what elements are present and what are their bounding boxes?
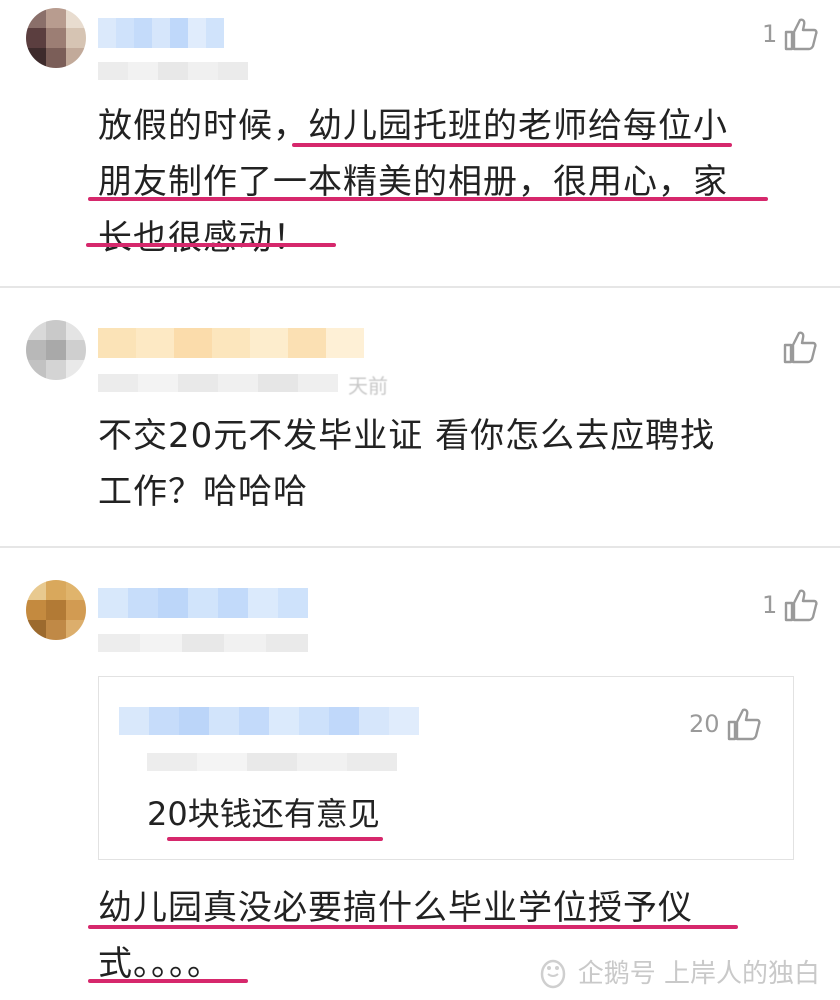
comment-text: 不交20元不发毕业证 看你怎么去应聘找 工作？哈哈哈 bbox=[98, 408, 715, 520]
highlight-underline bbox=[292, 143, 732, 147]
comment-line-2: 朋友制作了一本精美的相册，很用心，家 bbox=[98, 162, 728, 202]
thumbs-up-icon bbox=[785, 589, 818, 622]
comment-line-1: 不交20元不发毕业证 看你怎么去应聘找 bbox=[98, 416, 716, 456]
comment-1: 1 放假的时候，幼儿园托班的老师给每位小 朋友制作了一本精美的相册，很用心，家 … bbox=[0, 0, 840, 286]
like-button[interactable]: 1 bbox=[762, 17, 819, 51]
avatar[interactable] bbox=[26, 320, 86, 380]
timestamp-blurred bbox=[98, 62, 248, 80]
highlight-underline bbox=[88, 979, 248, 983]
reply-box: 20 20块钱还有意见 bbox=[98, 676, 794, 860]
reply-like-button[interactable]: 20 bbox=[689, 707, 762, 741]
timestamp-blurred bbox=[98, 634, 308, 652]
avatar[interactable] bbox=[26, 8, 86, 68]
reply-username-blurred[interactable] bbox=[119, 707, 419, 735]
thumbs-up-icon bbox=[785, 18, 818, 51]
thumbs-up-icon bbox=[783, 331, 817, 364]
comment-line-3: 长也很感动！ bbox=[98, 218, 308, 258]
username-blurred[interactable] bbox=[98, 18, 224, 48]
reply-timestamp-blurred bbox=[147, 753, 397, 771]
username-blurred[interactable] bbox=[98, 588, 308, 618]
thumbs-up-icon bbox=[727, 708, 761, 741]
highlight-underline bbox=[88, 925, 738, 929]
comment-line-2: 工作？哈哈哈 bbox=[98, 472, 308, 512]
comment-text: 放假的时候，幼儿园托班的老师给每位小 朋友制作了一本精美的相册，很用心，家 长也… bbox=[98, 98, 728, 266]
watermark-text: 企鹅号 上岸人的独白 bbox=[577, 959, 820, 989]
like-button[interactable] bbox=[782, 330, 818, 364]
watermark: 企鹅号 上岸人的独白 bbox=[536, 953, 820, 990]
reply-text: 20块钱还有意见 bbox=[147, 795, 380, 833]
highlight-underline bbox=[88, 197, 768, 201]
like-button[interactable]: 1 bbox=[762, 588, 819, 622]
like-count: 1 bbox=[762, 591, 778, 619]
like-count: 1 bbox=[762, 20, 778, 48]
timestamp-fragment: 天前 bbox=[348, 374, 388, 398]
avatar[interactable] bbox=[26, 580, 86, 640]
penguin-icon bbox=[540, 959, 565, 988]
highlight-underline bbox=[86, 243, 336, 247]
username-blurred[interactable] bbox=[98, 328, 364, 358]
reply-like-count: 20 bbox=[689, 710, 720, 738]
comment-2: 天前 不交20元不发毕业证 看你怎么去应聘找 工作？哈哈哈 bbox=[0, 288, 840, 546]
highlight-underline bbox=[167, 837, 383, 841]
timestamp-blurred bbox=[98, 374, 338, 392]
